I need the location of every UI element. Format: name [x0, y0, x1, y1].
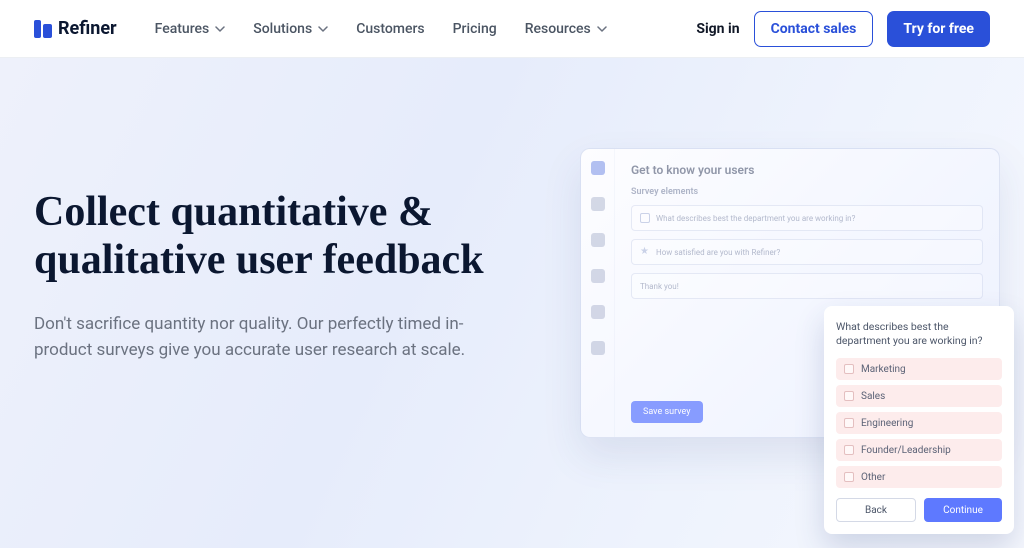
save-survey-button[interactable]: Save survey [631, 401, 703, 423]
survey-popup: What describes best the department you a… [824, 306, 1014, 534]
popup-continue-button[interactable]: Continue [924, 498, 1002, 522]
checkbox-icon [844, 418, 854, 428]
option-label: Founder/Leadership [861, 445, 951, 456]
primary-nav: Features Solutions Customers Pricing Res… [155, 21, 607, 37]
popup-question: What describes best the department you a… [836, 320, 1002, 348]
checkbox-icon [844, 364, 854, 374]
nav-customers[interactable]: Customers [356, 21, 424, 37]
star-icon [640, 247, 650, 257]
chevron-down-icon [597, 24, 607, 34]
survey-element-label: Thank you! [640, 282, 679, 291]
nav-label: Pricing [453, 21, 497, 37]
app-sidebar [581, 149, 615, 437]
survey-element-label: What describes best the department you a… [656, 214, 855, 223]
sidebar-icon [591, 233, 605, 247]
survey-element: How satisfied are you with Refiner? [631, 239, 983, 265]
nav-right: Sign in Contact sales Try for free [696, 11, 990, 47]
sidebar-icon [591, 305, 605, 319]
sign-in-link[interactable]: Sign in [696, 21, 739, 37]
contact-sales-button[interactable]: Contact sales [754, 11, 874, 47]
checkbox-icon [844, 445, 854, 455]
try-free-button[interactable]: Try for free [887, 11, 990, 47]
nav-pricing[interactable]: Pricing [453, 21, 497, 37]
sidebar-icon [591, 341, 605, 355]
popup-option[interactable]: Sales [836, 385, 1002, 407]
popup-back-button[interactable]: Back [836, 498, 916, 522]
sidebar-icon [591, 269, 605, 283]
popup-option[interactable]: Founder/Leadership [836, 439, 1002, 461]
chevron-down-icon [318, 24, 328, 34]
option-label: Marketing [861, 364, 906, 375]
sidebar-icon [591, 161, 605, 175]
hero-subtitle: Don't sacrifice quantity nor quality. Ou… [34, 311, 474, 364]
logo-icon [34, 20, 52, 38]
nav-resources[interactable]: Resources [525, 21, 607, 37]
popup-option[interactable]: Engineering [836, 412, 1002, 434]
checkbox-icon [844, 472, 854, 482]
option-label: Engineering [861, 418, 913, 429]
top-nav: Refiner Features Solutions Customers Pri… [0, 0, 1024, 58]
nav-features[interactable]: Features [155, 21, 226, 37]
brand-name: Refiner [58, 18, 117, 39]
popup-options: Marketing Sales Engineering Founder/Lead… [836, 358, 1002, 488]
survey-element: Thank you! [631, 273, 983, 299]
survey-element-label: How satisfied are you with Refiner? [656, 248, 780, 257]
option-label: Other [861, 472, 885, 483]
nav-label: Features [155, 21, 210, 37]
chevron-down-icon [215, 24, 225, 34]
popup-option[interactable]: Other [836, 466, 1002, 488]
checkbox-icon [844, 391, 854, 401]
nav-label: Resources [525, 21, 591, 37]
hero-section: Collect quantitative & qualitative user … [0, 58, 1024, 548]
popup-option[interactable]: Marketing [836, 358, 1002, 380]
option-label: Sales [861, 391, 885, 402]
hero-headline: Collect quantitative & qualitative user … [34, 188, 514, 285]
brand-logo[interactable]: Refiner [34, 18, 117, 39]
survey-element: What describes best the department you a… [631, 205, 983, 231]
sidebar-icon [591, 197, 605, 211]
nav-label: Customers [356, 21, 424, 37]
app-section-label: Survey elements [631, 187, 983, 197]
nav-label: Solutions [253, 21, 312, 37]
app-title: Get to know your users [631, 163, 983, 177]
popup-actions: Back Continue [836, 498, 1002, 522]
checkbox-icon [640, 213, 650, 223]
nav-solutions[interactable]: Solutions [253, 21, 328, 37]
